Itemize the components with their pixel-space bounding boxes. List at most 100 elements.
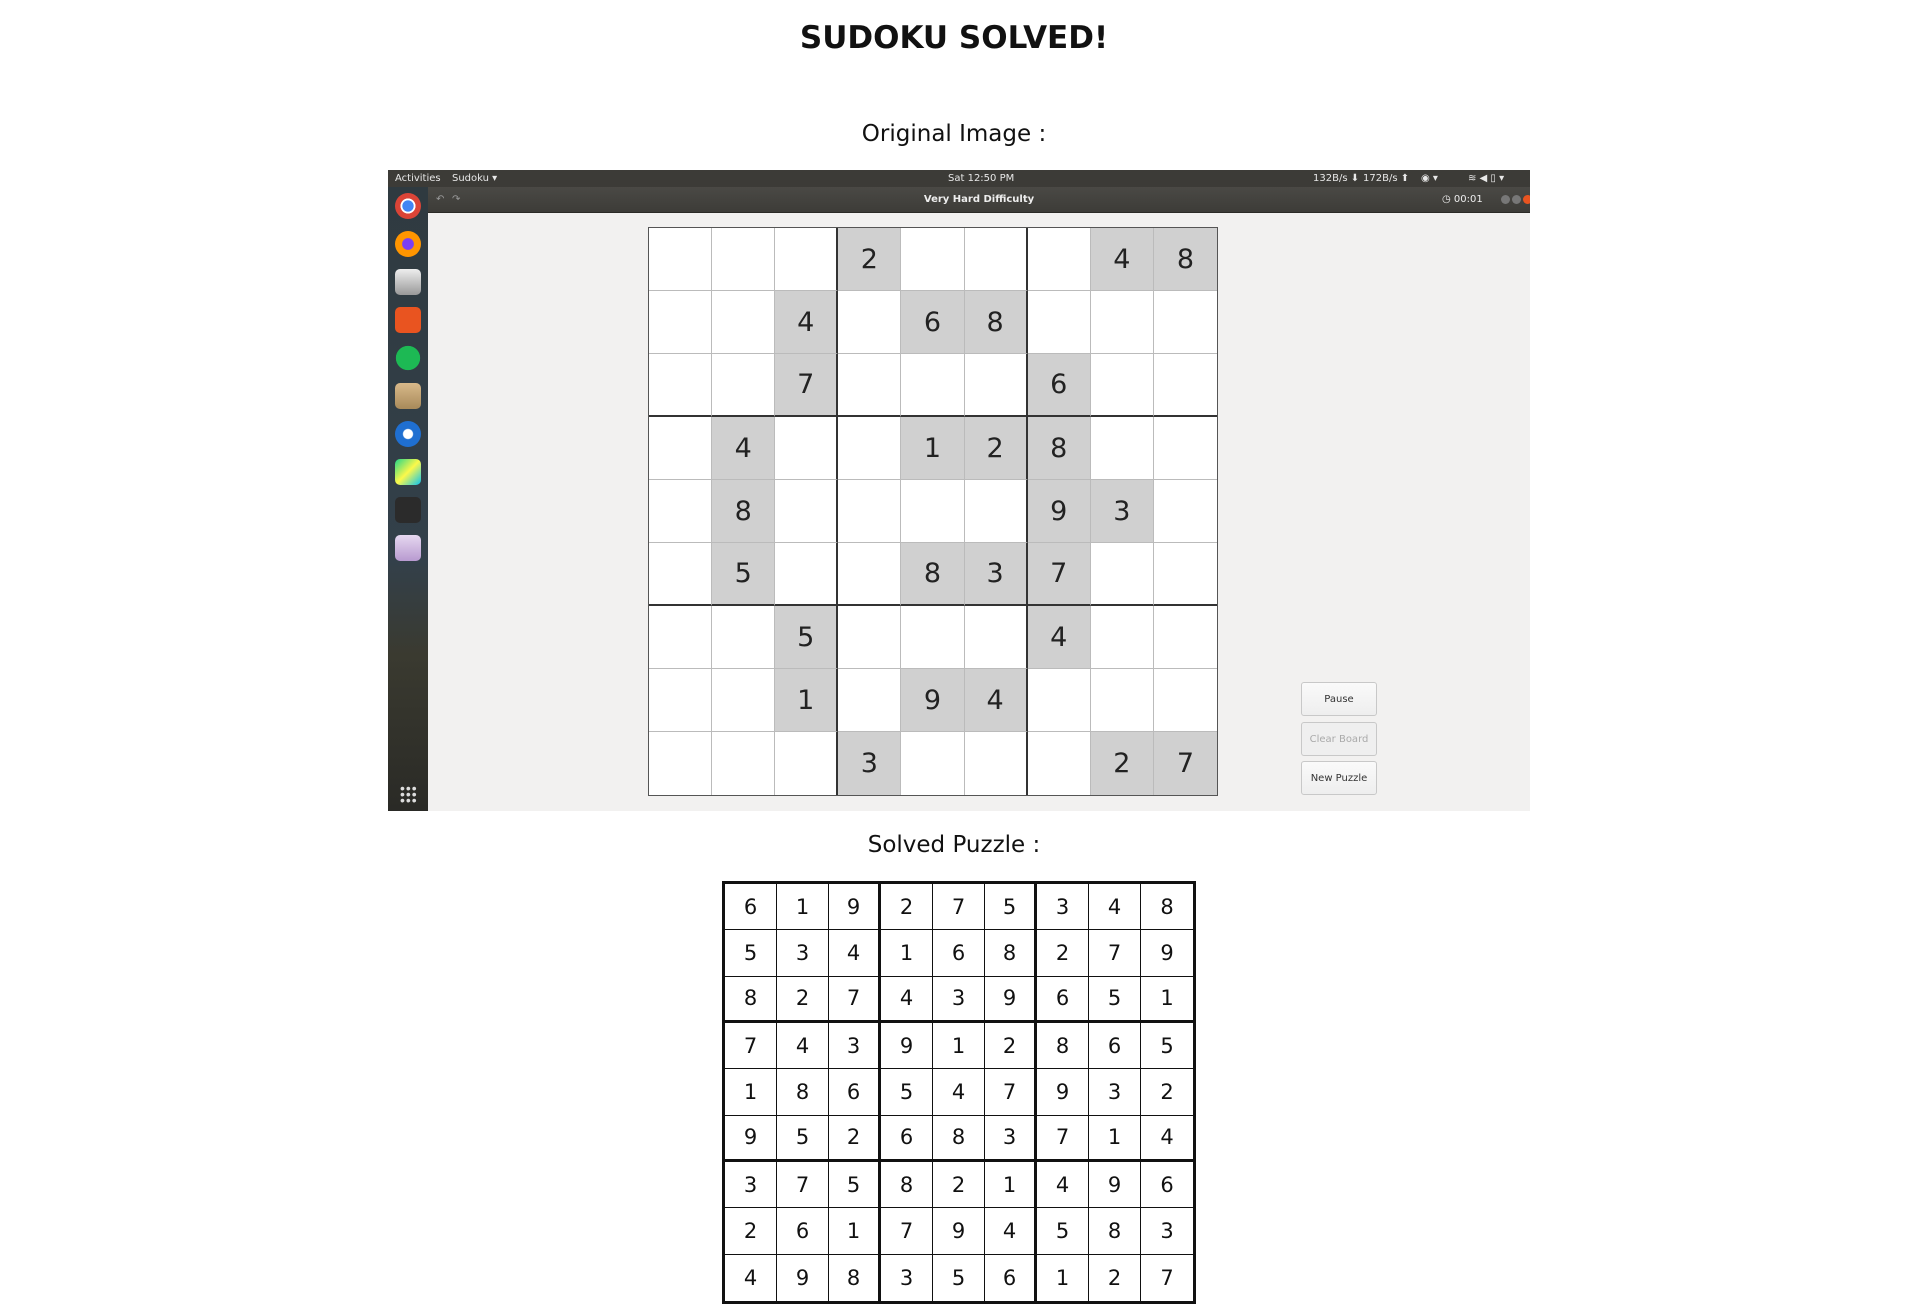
board-cell[interactable]	[901, 606, 965, 669]
terminal-icon[interactable]	[395, 497, 421, 523]
board-cell[interactable]	[838, 291, 902, 354]
board-cell[interactable]	[1153, 606, 1217, 669]
board-cell[interactable]: 4	[964, 669, 1028, 732]
close-button[interactable]	[1523, 195, 1530, 204]
board-cell[interactable]	[1153, 543, 1217, 606]
board-cell[interactable]	[649, 354, 713, 417]
app-menu[interactable]: Sudoku ▾	[452, 173, 497, 184]
board-cell[interactable]: 7	[775, 354, 839, 417]
activities-button[interactable]: Activities	[395, 173, 441, 184]
board-cell[interactable]	[775, 732, 839, 795]
board-cell[interactable]: 2	[1090, 732, 1154, 795]
thunderbird-icon[interactable]	[395, 421, 421, 447]
board-cell[interactable]: 5	[775, 606, 839, 669]
board-cell[interactable]	[1153, 669, 1217, 732]
sudoku-board[interactable]: 248468764128893583754194327	[648, 227, 1218, 796]
board-cell[interactable]	[1090, 354, 1154, 417]
board-cell[interactable]: 4	[712, 417, 776, 480]
clear-board-button[interactable]: Clear Board	[1301, 722, 1377, 756]
board-cell[interactable]: 6	[1027, 354, 1091, 417]
board-cell[interactable]: 2	[964, 417, 1028, 480]
pause-button[interactable]: Pause	[1301, 682, 1377, 716]
board-cell[interactable]: 1	[901, 417, 965, 480]
board-cell[interactable]: 3	[964, 543, 1028, 606]
board-cell[interactable]: 7	[1153, 732, 1217, 795]
files-icon[interactable]	[395, 269, 421, 295]
board-cell[interactable]	[1090, 417, 1154, 480]
board-cell[interactable]	[901, 480, 965, 543]
board-cell[interactable]	[838, 606, 902, 669]
maximize-button[interactable]	[1512, 195, 1521, 204]
accessibility-icon[interactable]: ◉ ▾	[1421, 173, 1438, 184]
board-cell[interactable]	[712, 669, 776, 732]
board-cell[interactable]: 6	[901, 291, 965, 354]
board-cell[interactable]	[838, 354, 902, 417]
board-cell[interactable]: 5	[712, 543, 776, 606]
board-cell[interactable]: 9	[1027, 480, 1091, 543]
board-cell[interactable]	[1090, 606, 1154, 669]
board-cell[interactable]	[649, 732, 713, 795]
board-cell[interactable]	[965, 732, 1028, 795]
board-cell[interactable]	[964, 228, 1028, 291]
board-cell[interactable]	[775, 543, 839, 606]
board-cell[interactable]: 4	[1090, 228, 1154, 291]
board-cell[interactable]	[1027, 228, 1091, 291]
board-cell[interactable]: 2	[838, 228, 902, 291]
board-cell[interactable]	[649, 669, 713, 732]
minimize-button[interactable]	[1501, 195, 1510, 204]
board-cell[interactable]: 4	[775, 291, 839, 354]
board-cell[interactable]	[1028, 732, 1091, 795]
board-cell[interactable]	[712, 228, 776, 291]
pycharm-icon[interactable]	[395, 459, 421, 485]
board-cell[interactable]	[649, 228, 713, 291]
board-cell[interactable]: 8	[1153, 228, 1217, 291]
board-cell[interactable]	[712, 732, 776, 795]
board-cell[interactable]: 3	[1090, 480, 1154, 543]
board-cell[interactable]	[1027, 291, 1091, 354]
board-cell[interactable]	[649, 480, 713, 543]
board-cell[interactable]	[1027, 669, 1091, 732]
new-puzzle-button[interactable]: New Puzzle	[1301, 761, 1377, 795]
board-cell[interactable]: 8	[901, 543, 965, 606]
board-cell[interactable]: 4	[1027, 606, 1091, 669]
board-cell[interactable]: 7	[1027, 543, 1091, 606]
board-cell[interactable]	[838, 417, 902, 480]
chrome-icon[interactable]	[395, 193, 421, 219]
board-cell[interactable]	[838, 480, 902, 543]
board-cell[interactable]	[964, 480, 1028, 543]
board-cell[interactable]	[838, 543, 902, 606]
board-cell[interactable]: 8	[1027, 417, 1091, 480]
board-cell[interactable]	[775, 417, 839, 480]
board-cell[interactable]	[649, 606, 713, 669]
board-cell[interactable]	[1153, 417, 1217, 480]
board-cell[interactable]	[901, 732, 965, 795]
board-cell[interactable]	[649, 543, 713, 606]
board-cell[interactable]	[775, 480, 839, 543]
firefox-icon[interactable]	[395, 231, 421, 257]
spotify-icon[interactable]	[395, 345, 421, 371]
board-cell[interactable]	[964, 606, 1028, 669]
app-grid-icon[interactable]: ••• ••• •••	[400, 781, 418, 807]
board-cell[interactable]	[649, 291, 713, 354]
board-cell[interactable]	[838, 669, 902, 732]
board-cell[interactable]	[712, 606, 776, 669]
board-cell[interactable]	[712, 354, 776, 417]
board-cell[interactable]	[1153, 354, 1217, 417]
software-icon[interactable]	[395, 307, 421, 333]
board-cell[interactable]: 1	[775, 669, 839, 732]
board-cell[interactable]: 9	[901, 669, 965, 732]
board-cell[interactable]	[1090, 669, 1154, 732]
board-cell[interactable]	[901, 228, 965, 291]
board-cell[interactable]	[649, 417, 713, 480]
board-cell[interactable]	[1090, 543, 1154, 606]
sudoku-icon[interactable]	[395, 535, 421, 561]
board-cell[interactable]	[712, 291, 776, 354]
board-cell[interactable]	[775, 228, 839, 291]
board-cell[interactable]: 8	[964, 291, 1028, 354]
board-cell[interactable]	[901, 354, 965, 417]
board-cell[interactable]	[1153, 480, 1217, 543]
system-tray-icon[interactable]: ≋ ◀ ▯ ▾	[1468, 173, 1504, 184]
board-cell[interactable]	[1090, 291, 1154, 354]
board-cell[interactable]	[1153, 291, 1217, 354]
board-cell[interactable]: 8	[712, 480, 776, 543]
